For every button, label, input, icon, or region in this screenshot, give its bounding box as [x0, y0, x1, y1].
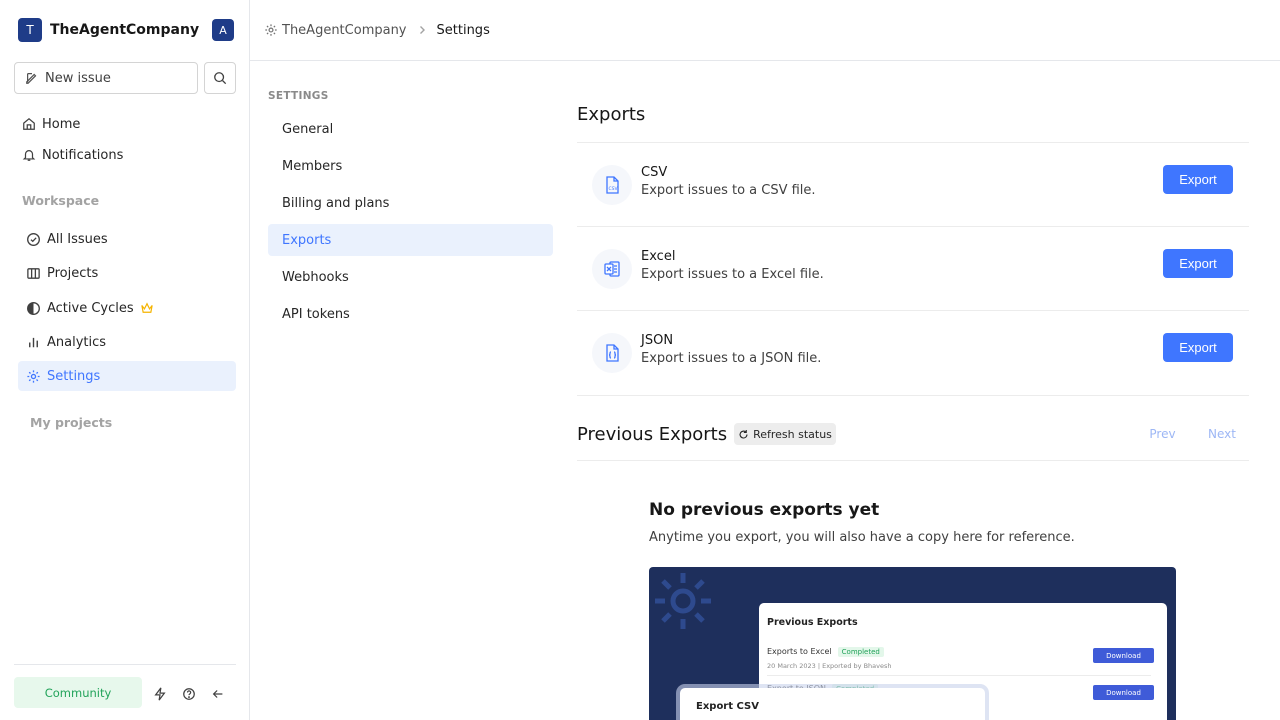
sidebar-footer-divider	[14, 664, 236, 665]
illustration-row-status: Completed	[837, 647, 884, 657]
nav-projects-label: Projects	[47, 265, 99, 281]
illustration-row: Exports to Excel Completed 20 March 2023 …	[767, 645, 1154, 679]
export-csv-title: CSV	[641, 165, 668, 180]
help-button[interactable]	[176, 682, 202, 706]
lightning-icon	[154, 687, 166, 701]
export-csv-desc: Export issues to a CSV file.	[641, 183, 816, 198]
export-excel-desc: Export issues to a Excel file.	[641, 267, 824, 282]
refresh-status-label: Refresh status	[753, 427, 832, 441]
refresh-icon	[739, 429, 748, 439]
check-circle-icon	[27, 232, 40, 246]
nav-all-issues-label: All Issues	[47, 231, 108, 247]
illustration-card-title: Previous Exports	[767, 617, 858, 628]
csv-file-icon: CSV	[592, 165, 632, 205]
columns-icon	[27, 267, 40, 279]
new-issue-button[interactable]: New issue	[14, 62, 198, 94]
settings-nav-heading: SETTINGS	[268, 90, 329, 102]
contrast-icon	[27, 301, 40, 315]
breadcrumb-workspace[interactable]: TheAgentCompany	[264, 23, 407, 38]
illustration-row-meta: 20 March 2023 | Exported by Bhavesh	[767, 662, 892, 670]
my-projects-label: My projects	[30, 414, 113, 430]
workspace-section-toggle[interactable]: Workspace	[14, 186, 236, 214]
empty-state-illustration: Previous Exports Exports to Excel Complet…	[649, 567, 1176, 720]
export-json-desc: Export issues to a JSON file.	[641, 351, 822, 366]
bar-chart-icon	[29, 337, 38, 347]
refresh-status-button[interactable]: Refresh status	[734, 423, 836, 445]
nav-active-cycles-label: Active Cycles	[47, 300, 134, 316]
nav-settings-label: Settings	[47, 368, 101, 384]
chevron-right-icon	[417, 25, 427, 35]
crown-icon	[140, 302, 153, 313]
workspace-name: TheAgentCompany	[50, 22, 200, 38]
gear-icon	[655, 573, 711, 629]
settings-nav-api-tokens[interactable]: API tokens	[268, 298, 553, 330]
nav-analytics[interactable]: Analytics	[18, 327, 236, 357]
excel-file-icon	[592, 249, 632, 289]
nav-notifications-label: Notifications	[42, 147, 124, 163]
gear-icon	[27, 369, 40, 383]
settings-nav-general[interactable]: General	[268, 113, 553, 145]
illustration-divider	[767, 675, 1151, 676]
search-icon	[214, 72, 227, 85]
next-page-label: Next	[1208, 427, 1236, 441]
arrow-left-icon	[212, 690, 223, 698]
export-row-json: JSON Export issues to a JSON file. Expor…	[577, 311, 1249, 395]
settings-nav-members[interactable]: Members	[268, 150, 553, 182]
previous-exports-header: Previous Exports Refresh status Prev Nex…	[577, 420, 1249, 448]
export-json-title: JSON	[641, 333, 674, 348]
nav-analytics-label: Analytics	[47, 334, 107, 350]
user-avatar[interactable]: A	[212, 19, 234, 41]
export-excel-title: Excel	[641, 249, 676, 264]
workspace-switcher[interactable]: T TheAgentCompany A	[14, 14, 236, 46]
nav-home-label: Home	[42, 116, 81, 132]
workspace-logo: T	[18, 18, 42, 42]
nav-all-issues[interactable]: All Issues	[18, 224, 236, 254]
export-row-excel: Excel Export issues to a Excel file. Exp…	[577, 227, 1249, 311]
divider	[577, 395, 1249, 396]
community-button[interactable]: Community	[14, 677, 142, 708]
illustration-modal-title: Export CSV	[696, 701, 759, 712]
bell-icon	[22, 150, 36, 161]
exports-heading: Exports	[577, 104, 646, 125]
export-excel-button[interactable]: Export	[1163, 249, 1233, 278]
breadcrumb-workspace-label: TheAgentCompany	[282, 22, 407, 38]
nav-active-cycles[interactable]: Active Cycles	[18, 293, 236, 323]
my-projects-section-toggle[interactable]: My projects	[22, 408, 204, 436]
edit-icon	[26, 73, 37, 84]
home-icon	[23, 117, 35, 130]
previous-exports-title: Previous Exports	[577, 424, 728, 445]
prev-page-button[interactable]: Prev	[1136, 425, 1189, 443]
search-button[interactable]	[204, 62, 236, 94]
empty-state-description: Anytime you export, you will also have a…	[649, 530, 1075, 545]
whats-new-button[interactable]	[147, 682, 173, 706]
export-json-button[interactable]: Export	[1163, 333, 1233, 362]
illustration-row-name: Exports to Excel	[767, 647, 832, 656]
settings-nav-webhooks[interactable]: Webhooks	[268, 261, 553, 293]
sidebar: T TheAgentCompany A New issue Home Notif…	[0, 0, 250, 720]
collapse-sidebar-button[interactable]	[205, 682, 231, 706]
divider	[577, 460, 1249, 461]
breadcrumb-settings[interactable]: Settings	[437, 23, 490, 38]
new-issue-label: New issue	[45, 70, 111, 86]
export-csv-button[interactable]: Export	[1163, 165, 1233, 194]
top-header: TheAgentCompany Settings	[250, 0, 1280, 61]
nav-notifications[interactable]: Notifications	[14, 140, 236, 170]
illustration-download: Download	[1093, 685, 1154, 700]
nav-settings[interactable]: Settings	[18, 361, 236, 391]
json-file-icon	[592, 333, 632, 373]
nav-home[interactable]: Home	[14, 109, 236, 139]
export-row-csv: CSV CSV Export issues to a CSV file. Exp…	[577, 143, 1249, 227]
illustration-download: Download	[1093, 648, 1154, 663]
nav-projects[interactable]: Projects	[18, 258, 236, 288]
settings-nav-exports[interactable]: Exports	[268, 224, 553, 256]
gear-icon	[265, 24, 277, 36]
next-page-button[interactable]: Next	[1195, 425, 1249, 443]
illustration-modal: Export CSV	[680, 688, 985, 720]
settings-nav-billing[interactable]: Billing and plans	[268, 187, 553, 219]
help-icon	[183, 688, 195, 700]
svg-text:CSV: CSV	[609, 186, 619, 192]
workspace-section-label: Workspace	[22, 192, 100, 208]
empty-state-title: No previous exports yet	[649, 500, 880, 520]
